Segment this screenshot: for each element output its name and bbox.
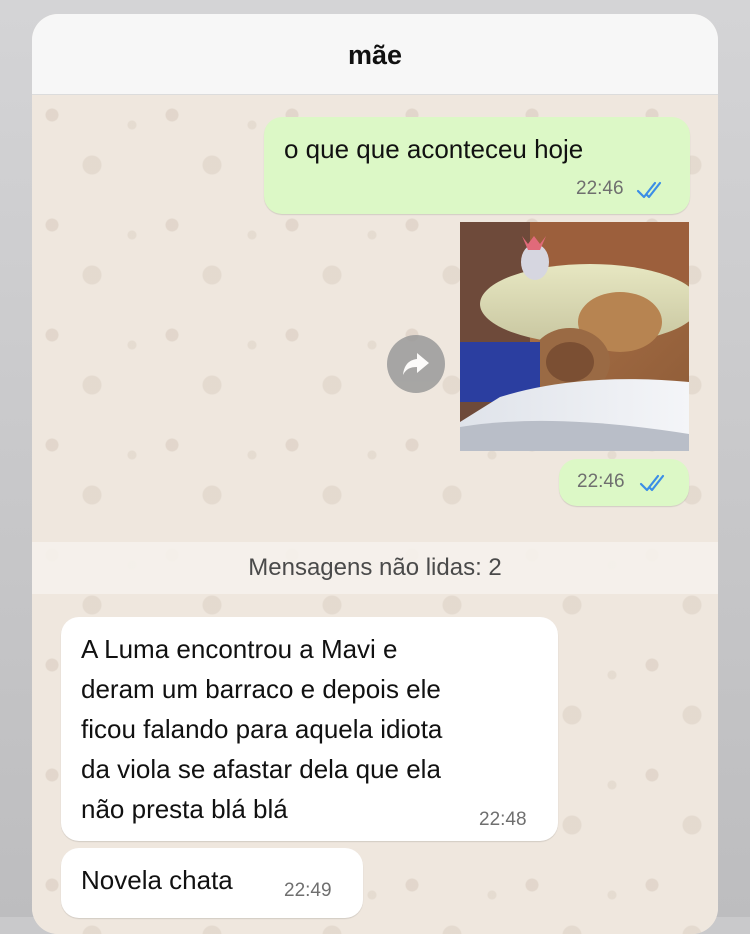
forward-arrow-icon: [403, 353, 429, 375]
message-bubble-incoming[interactable]: Novela chata 22:49: [61, 848, 363, 918]
double-check-icon: [639, 474, 665, 492]
message-time: 22:46: [576, 178, 624, 199]
message-image[interactable]: [460, 222, 689, 451]
message-line: A Luma encontrou a Mavi e: [81, 634, 398, 664]
message-bubble-incoming[interactable]: A Luma encontrou a Mavi e deram um barra…: [61, 617, 558, 841]
image-content: [460, 222, 689, 451]
message-line: da viola se afastar dela que ela: [81, 754, 441, 784]
message-text: A Luma encontrou a Mavi e deram um barra…: [81, 629, 442, 829]
message-line: não presta blá blá: [81, 794, 288, 824]
message-text: o que que aconteceu hoje: [284, 134, 584, 164]
unread-label: Mensagens não lidas: 2: [248, 554, 502, 581]
message-bubble-outgoing[interactable]: o que que aconteceu hoje 22:46: [264, 117, 690, 214]
image-time-badge: 22:46: [559, 459, 689, 506]
chat-window: mãe o que que aconteceu hoje 22:46 22:46…: [32, 14, 718, 934]
unread-divider: Mensagens não lidas: 2: [32, 542, 718, 594]
message-time: 22:48: [479, 809, 527, 830]
message-line: deram um barraco e depois ele: [81, 674, 441, 704]
message-time: 22:46: [577, 471, 625, 492]
message-time: 22:49: [284, 880, 332, 901]
forward-button[interactable]: [387, 335, 445, 393]
double-check-icon: [636, 181, 662, 199]
message-text: Novela chata: [81, 865, 233, 895]
chat-header: mãe: [32, 14, 718, 95]
chat-title[interactable]: mãe: [348, 40, 402, 71]
message-line: ficou falando para aquela idiota: [81, 714, 443, 744]
